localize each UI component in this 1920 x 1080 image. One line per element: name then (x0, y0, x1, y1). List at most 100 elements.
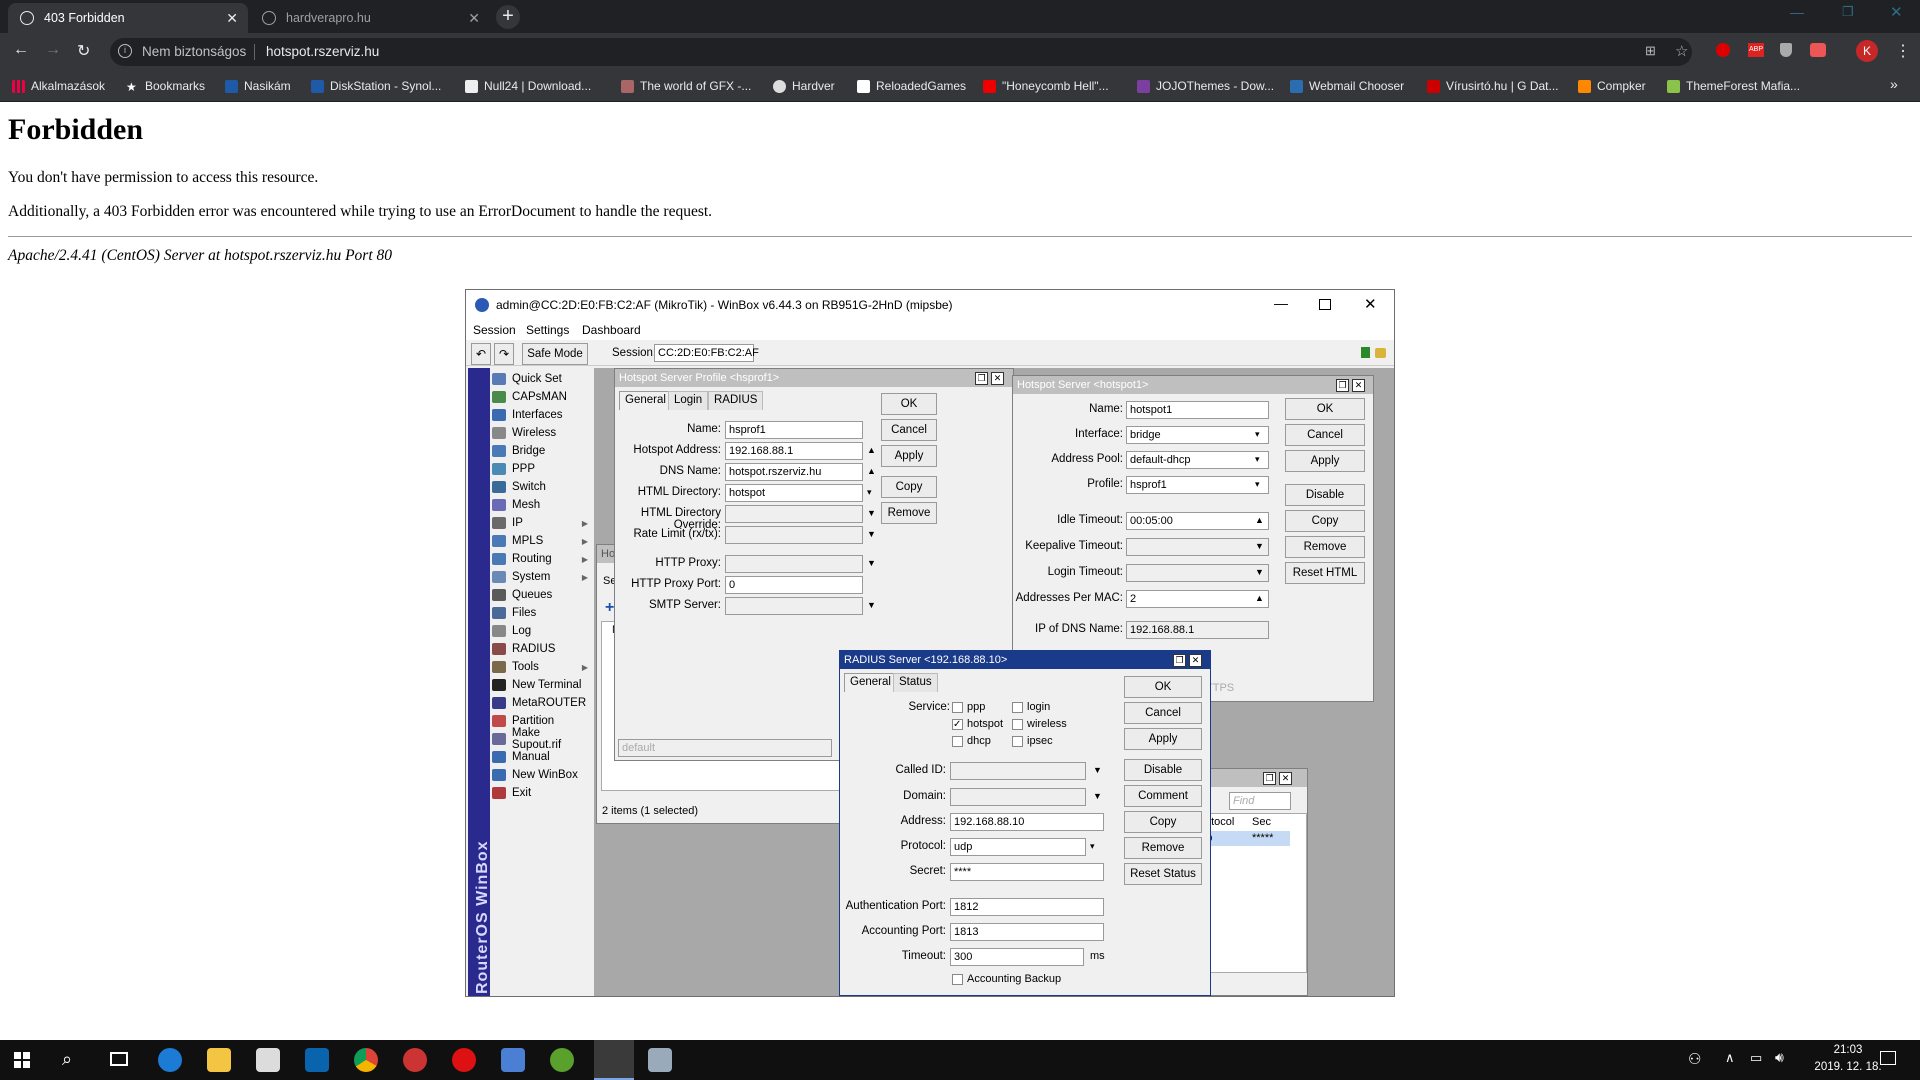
tab-general[interactable]: General (844, 673, 897, 692)
translate-icon[interactable]: ⊞ (1645, 43, 1656, 59)
edge-icon[interactable] (158, 1048, 182, 1072)
menu-session[interactable]: Session (473, 323, 516, 337)
spin-up-icon[interactable]: ▲ (1255, 593, 1264, 603)
menu-icon[interactable]: ⋮ (1895, 41, 1911, 61)
address-bar[interactable]: i Nem biztonságos hotspot.rszerviz.hu ⊞ … (110, 38, 1692, 66)
sidebar-item-wireless[interactable]: Wireless (492, 424, 592, 442)
field-0[interactable]: hsprof1 (725, 421, 863, 439)
people-icon[interactable]: ⚇ (1688, 1050, 1701, 1068)
ok-button[interactable]: OK (1124, 676, 1202, 698)
close-icon[interactable]: ✕ (991, 372, 1004, 385)
column-secret[interactable]: Sec (1252, 816, 1271, 828)
sidebar-item-mesh[interactable]: Mesh (492, 496, 592, 514)
remove-button[interactable]: Remove (1285, 536, 1365, 558)
spin-up-icon[interactable]: ▲ (867, 445, 876, 455)
checkbox-dhcp[interactable] (952, 736, 963, 747)
sidebar-item-tools[interactable]: Tools ▶ (492, 658, 592, 676)
dropdown-icon[interactable]: ▼ (867, 508, 876, 518)
session-field[interactable]: CC:2D:E0:FB:C2:AF (654, 344, 759, 362)
menu-dashboard[interactable]: Dashboard (582, 323, 641, 337)
app-icon[interactable] (501, 1048, 525, 1072)
sidebar-item-ppp[interactable]: PPP (492, 460, 592, 478)
sidebar-item-queues[interactable]: Queues (492, 586, 592, 604)
field-7[interactable]: 0 (725, 576, 863, 594)
bookmark-item[interactable]: Hardver (773, 79, 835, 93)
apply-button[interactable]: Apply (1285, 450, 1365, 472)
minimize-icon[interactable]: — (1274, 295, 1288, 311)
sidebar-item-metarouter[interactable]: MetaROUTER (492, 694, 592, 712)
bookmark-item[interactable]: DiskStation - Synol... (311, 79, 441, 93)
field-7[interactable]: 2 (1126, 590, 1269, 608)
cancel-button[interactable]: Cancel (1285, 424, 1365, 446)
add-icon[interactable]: + (605, 599, 614, 617)
undo-button[interactable]: ↶ (471, 343, 491, 365)
sidebar-item-exit[interactable]: Exit (492, 784, 592, 802)
bookmark-item[interactable]: JOJOThemes - Dow... (1137, 79, 1274, 93)
app-icon[interactable] (403, 1048, 427, 1072)
sidebar-item-manual[interactable]: Manual (492, 748, 592, 766)
file-explorer-icon[interactable] (207, 1048, 231, 1072)
chrome-icon[interactable] (354, 1048, 378, 1072)
restore-icon[interactable]: ❐ (1842, 4, 1862, 20)
spin-up-icon[interactable]: ▲ (867, 466, 876, 476)
bookmark-item[interactable]: Null24 | Download... (465, 79, 591, 93)
bookmarks-overflow[interactable]: » (1890, 76, 1898, 92)
checkbox-login[interactable] (1012, 702, 1023, 713)
cancel-button[interactable]: Cancel (881, 419, 937, 441)
task-view-icon[interactable] (110, 1052, 128, 1066)
sidebar-item-log[interactable]: Log (492, 622, 592, 640)
checkbox-ipsec[interactable] (1012, 736, 1023, 747)
field-3[interactable]: hsprof1 (1126, 476, 1269, 494)
dropdown-icon[interactable]: ▼ (1255, 541, 1264, 551)
bookmark-item[interactable]: Nasikám (225, 79, 291, 93)
notification-icon[interactable] (1880, 1051, 1896, 1065)
field-2[interactable]: 192.168.88.10 (950, 813, 1104, 831)
info-icon[interactable]: i (118, 44, 132, 58)
dropdown-icon[interactable]: ▾ (1255, 429, 1260, 440)
ok-button[interactable]: OK (881, 393, 937, 415)
field-1[interactable]: bridge (1126, 426, 1269, 444)
field-4[interactable]: **** (950, 863, 1104, 881)
opera-icon[interactable] (452, 1048, 476, 1072)
bookmark-apps[interactable]: Alkalmazások (12, 79, 105, 93)
bookmark-item[interactable]: Compker (1578, 79, 1646, 93)
sidebar-item-system[interactable]: System ▶ (492, 568, 592, 586)
clock-time[interactable]: 21:03 (1818, 1044, 1878, 1056)
close-icon[interactable]: ✕ (1279, 772, 1292, 785)
avatar[interactable]: K (1856, 40, 1878, 62)
close-window-icon[interactable]: ✕ (1890, 3, 1910, 21)
new-tab-button[interactable]: + (496, 5, 520, 29)
field-3[interactable]: udp (950, 838, 1086, 856)
field-7[interactable]: 300 (950, 948, 1084, 966)
dropdown-icon[interactable]: ▾ (1255, 454, 1260, 465)
winbox-titlebar[interactable]: admin@CC:2D:E0:FB:C2:AF (MikroTik) - Win… (466, 290, 1394, 320)
close-tab-icon[interactable]: ✕ (226, 10, 238, 27)
tab-radius[interactable]: RADIUS (708, 391, 764, 410)
reset-status-button[interactable]: Reset Status (1124, 863, 1202, 885)
dropdown-icon[interactable]: ▼ (867, 600, 876, 610)
sidebar-item-capsman[interactable]: CAPsMAN (492, 388, 592, 406)
dropdown-icon[interactable]: ▼ (1093, 765, 1102, 775)
reset-html-button[interactable]: Reset HTML (1285, 562, 1365, 584)
spin-up-icon[interactable]: ▲ (1255, 515, 1264, 525)
field-6[interactable]: 1813 (950, 923, 1104, 941)
bookmark-item[interactable]: "Honeycomb Hell"... (983, 79, 1109, 93)
sidebar-item-make-supout-rif[interactable]: Make Supout.rif (492, 727, 592, 751)
tray-chevron-icon[interactable]: ∧ (1725, 1050, 1735, 1066)
tab-login[interactable]: Login (668, 391, 709, 410)
sidebar-item-interfaces[interactable]: Interfaces (492, 406, 592, 424)
app-icon[interactable] (648, 1048, 672, 1072)
remove-button[interactable]: Remove (1124, 837, 1202, 859)
close-window-icon[interactable]: ✕ (1364, 295, 1377, 313)
sidebar-item-radius[interactable]: RADIUS (492, 640, 592, 658)
field-5[interactable] (1126, 538, 1269, 556)
copy-button[interactable]: Copy (881, 476, 937, 498)
bookmark-item[interactable]: ★ Bookmarks (126, 79, 205, 94)
url-text[interactable]: hotspot.rszerviz.hu (266, 44, 379, 59)
checkbox-ppp[interactable] (952, 702, 963, 713)
checkbox-wireless[interactable] (1012, 719, 1023, 730)
extension-icon[interactable] (1810, 43, 1826, 57)
field-6[interactable] (725, 555, 863, 573)
field-0[interactable] (950, 762, 1086, 780)
apply-button[interactable]: Apply (1124, 728, 1202, 750)
